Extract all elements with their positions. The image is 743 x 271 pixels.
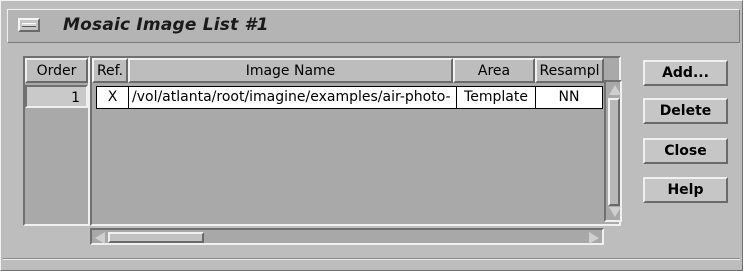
scroll-right-arrow-icon[interactable]: [589, 232, 599, 244]
scroll-down-arrow-icon[interactable]: [609, 207, 621, 217]
title-bar: Mosaic Image List #1: [7, 9, 740, 43]
column-header-image-name[interactable]: Image Name: [128, 58, 453, 83]
image-name-cell[interactable]: /vol/atlanta/root/imagine/examples/air-p…: [128, 86, 457, 109]
menu-bar-icon: [22, 23, 36, 27]
ref-cell[interactable]: X: [96, 86, 129, 109]
image-list-table: Ref. Image Name Area Resampl X /vol/atla…: [90, 56, 621, 226]
scroll-up-arrow-icon[interactable]: [609, 85, 621, 95]
add-button[interactable]: Add...: [643, 60, 728, 86]
order-cell[interactable]: 1: [25, 85, 88, 108]
vertical-scroll-thumb[interactable]: [608, 98, 620, 206]
close-button[interactable]: Close: [643, 138, 728, 164]
order-column-panel: Order 1: [23, 56, 90, 226]
window-title: Mosaic Image List #1: [63, 15, 269, 35]
column-header-area[interactable]: Area: [453, 58, 535, 83]
resample-cell[interactable]: NN: [535, 86, 603, 109]
vertical-scrollbar[interactable]: [604, 80, 622, 222]
window-menu-button[interactable]: [18, 18, 40, 32]
mosaic-image-list-dialog: Mosaic Image List #1 Order 1 Ref. Image …: [0, 0, 743, 271]
delete-button[interactable]: Delete: [643, 98, 728, 124]
scroll-left-arrow-icon[interactable]: [95, 232, 105, 244]
column-header-ref[interactable]: Ref.: [92, 58, 128, 83]
area-cell[interactable]: Template: [456, 86, 536, 109]
column-header-resample[interactable]: Resampl: [535, 58, 604, 83]
help-button[interactable]: Help: [643, 177, 728, 203]
order-column-header: Order: [25, 58, 88, 83]
bottom-divider: [3, 258, 740, 260]
horizontal-scrollbar[interactable]: [90, 228, 604, 245]
horizontal-scroll-thumb[interactable]: [108, 232, 204, 243]
